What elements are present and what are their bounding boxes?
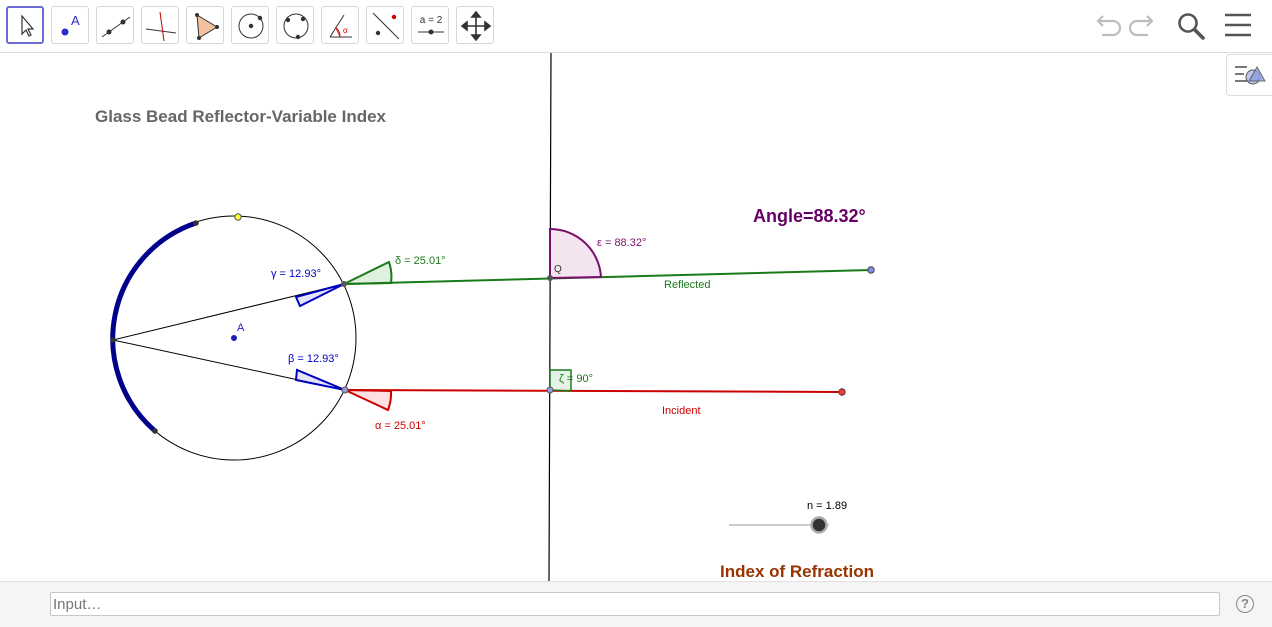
point-lower-entry[interactable] [341, 386, 349, 394]
tool-circle-three[interactable] [276, 6, 314, 44]
algebra-input[interactable] [50, 592, 1220, 616]
tool-polygon[interactable] [186, 6, 224, 44]
label-a: A [237, 322, 245, 334]
help-icon[interactable]: ? [1236, 595, 1254, 613]
slider-label: n = 1.89 [807, 500, 847, 512]
point-incident-cross[interactable] [546, 386, 554, 394]
point-upper-exit[interactable] [341, 281, 347, 287]
tool-angle[interactable]: α [321, 6, 359, 44]
point-arc-start[interactable] [193, 220, 199, 226]
tool-reflect[interactable] [366, 6, 404, 44]
point-q[interactable] [547, 275, 553, 281]
circle-three-points-icon [283, 13, 309, 40]
search-icon[interactable] [1175, 10, 1207, 42]
point-top-yellow[interactable] [234, 213, 242, 221]
toolbar: A α a = 2 [0, 0, 1272, 53]
incident-ray[interactable] [344, 389, 843, 393]
slider-thumb[interactable] [810, 516, 828, 534]
polygon-icon [195, 13, 219, 40]
zeta-label: ζ = 90° [559, 373, 593, 385]
beta-angle-marker[interactable] [294, 368, 346, 391]
reflected-ray[interactable] [343, 269, 872, 285]
tool-point-label: A [71, 13, 80, 28]
index-caption: Index of Refraction [720, 562, 874, 581]
undo-icon[interactable] [1092, 10, 1122, 40]
angle-icon: α [329, 14, 352, 39]
style-bar-toggle[interactable] [1226, 54, 1272, 96]
point-incident-end[interactable] [838, 388, 846, 396]
tool-perpendicular[interactable] [141, 6, 179, 44]
slider-icon: a = 2 [418, 15, 444, 35]
reflected-label: Reflected [664, 279, 710, 291]
alpha-label: α = 25.01° [375, 420, 426, 432]
point-icon: A [61, 13, 80, 36]
move-arrow-icon [21, 14, 35, 37]
tool-slider[interactable]: a = 2 [411, 6, 449, 44]
tool-circle-center[interactable] [231, 6, 269, 44]
redo-icon[interactable] [1128, 10, 1158, 40]
label-q: Q [554, 264, 562, 275]
tool-move[interactable] [6, 6, 44, 44]
construction-drawing: Glass Bead Reflector-Variable Index Angl… [95, 53, 875, 581]
incident-label: Incident [662, 405, 701, 417]
tool-slider-label: a = 2 [420, 15, 443, 26]
graphics-style-icon [1235, 65, 1266, 85]
gamma-angle-marker[interactable] [294, 283, 345, 308]
point-a[interactable] [231, 335, 237, 341]
reflect-icon [372, 12, 400, 40]
point-arc-end[interactable] [152, 428, 158, 434]
circle-center-point-icon [238, 13, 264, 39]
perpendicular-line-icon [145, 11, 177, 42]
tool-move-graphics[interactable] [456, 6, 494, 44]
point-left[interactable] [110, 337, 116, 343]
tool-angle-label: α [343, 26, 348, 35]
graphics-view[interactable]: Glass Bead Reflector-Variable Index Angl… [0, 53, 1272, 581]
vertical-line[interactable] [548, 53, 552, 581]
beta-label: β = 12.93° [288, 353, 339, 365]
alpha-angle-marker[interactable] [344, 389, 393, 412]
move-graphics-view-icon [460, 10, 492, 42]
tool-line[interactable] [96, 6, 134, 44]
delta-angle-marker[interactable] [343, 260, 393, 285]
thick-arc[interactable] [110, 220, 197, 433]
epsilon-label: ε = 88.32° [597, 237, 646, 249]
input-bar: ? [0, 581, 1272, 627]
menu-icon[interactable] [1222, 10, 1254, 42]
gamma-label: γ = 12.93° [271, 268, 321, 280]
page-title: Glass Bead Reflector-Variable Index [95, 107, 387, 126]
line-icon [101, 16, 131, 38]
delta-label: δ = 25.01° [395, 255, 446, 267]
point-reflected-end[interactable] [867, 266, 875, 274]
tool-point[interactable]: A [51, 6, 89, 44]
angle-display: Angle=88.32° [753, 206, 866, 226]
